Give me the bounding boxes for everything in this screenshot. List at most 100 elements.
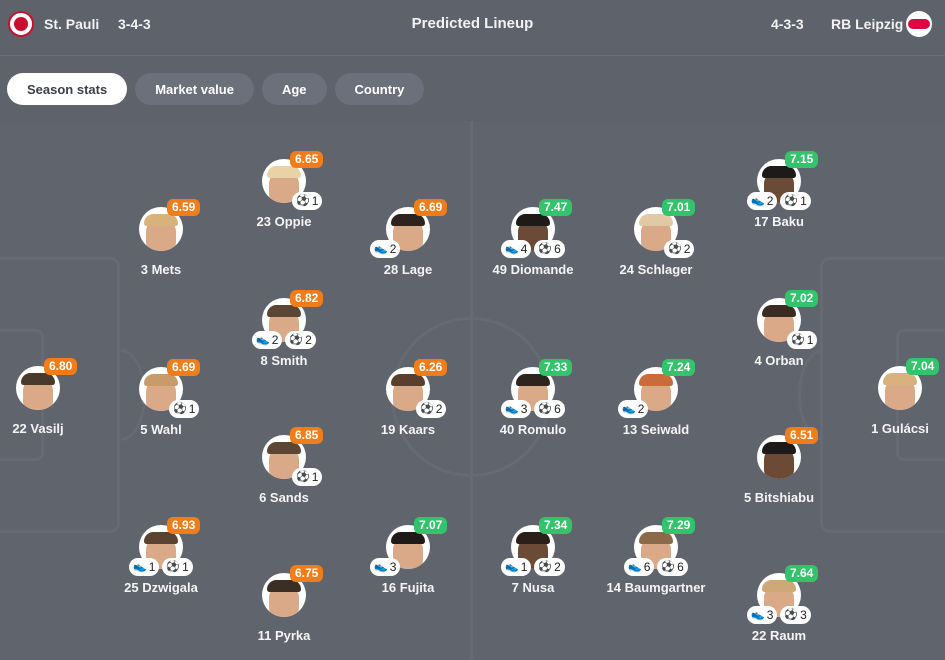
assists-count: 3 xyxy=(520,402,528,416)
player-name: 4 Orban xyxy=(754,353,804,368)
player-name: 24 Schlager xyxy=(619,262,693,277)
away-team-name[interactable]: RB Leipzig xyxy=(831,16,903,32)
player-name: 6 Sands xyxy=(259,490,309,505)
player-name: 17 Baku xyxy=(754,214,804,229)
boot-icon: 👟 xyxy=(374,242,388,255)
ball-icon: ⚽ xyxy=(166,560,181,573)
player-stats: ⚽ 1 xyxy=(292,192,323,210)
player-stats: 👟 1 ⚽ 2 xyxy=(501,558,565,576)
assists-badge: 👟 2 xyxy=(252,331,283,349)
goals-count: 1 xyxy=(182,560,189,574)
player-rating-badge: 7.07 xyxy=(414,517,448,534)
boot-icon: 👟 xyxy=(622,402,636,415)
tab-season-stats[interactable]: Season stats xyxy=(7,73,128,105)
player-rating-badge: 7.02 xyxy=(785,290,819,307)
ball-icon: ⚽ xyxy=(173,402,187,415)
goals-badge: ⚽ 1 xyxy=(787,331,818,349)
player-rating-badge: 7.15 xyxy=(785,151,819,168)
boot-icon: 👟 xyxy=(374,560,388,573)
boot-icon: 👟 xyxy=(751,194,765,207)
ball-icon: ⚽ xyxy=(296,470,310,483)
tab-market-value[interactable]: Market value xyxy=(135,73,254,105)
player-stats: 👟 2 ⚽ 2 xyxy=(252,331,316,349)
player-name: 19 Kaars xyxy=(380,422,436,437)
player-rating-badge: 6.51 xyxy=(785,427,819,444)
player-face-icon xyxy=(762,442,796,479)
ball-icon: ⚽ xyxy=(538,402,553,415)
player-stats: 👟 3 ⚽ 3 xyxy=(747,606,811,624)
boot-icon: 👟 xyxy=(505,402,519,415)
goals-count: 6 xyxy=(554,402,561,416)
assists-count: 2 xyxy=(389,242,397,256)
player-name: 3 Mets xyxy=(140,262,182,277)
player-name: 14 Baumgartner xyxy=(606,580,706,595)
player-stats: ⚽ 2 xyxy=(416,400,447,418)
ball-icon: ⚽ xyxy=(538,560,553,573)
player-name: 40 Romulo xyxy=(499,422,567,437)
player-name: 11 Pyrka xyxy=(257,628,311,643)
ball-icon: ⚽ xyxy=(538,242,553,255)
goals-badge: ⚽ 2 xyxy=(664,240,695,258)
assists-badge: 👟 1 xyxy=(501,558,532,576)
player-rating-badge: 6.65 xyxy=(290,151,324,168)
goals-count: 2 xyxy=(435,402,443,416)
away-formation: 4-3-3 xyxy=(771,16,804,32)
player-stats: 👟 2 xyxy=(370,240,401,258)
goals-badge: ⚽ 2 xyxy=(416,400,447,418)
goals-badge: ⚽ 2 xyxy=(285,331,316,349)
player-face-icon xyxy=(21,373,55,410)
assists-count: 1 xyxy=(520,560,528,574)
goals-badge: ⚽ 1 xyxy=(292,192,323,210)
assists-badge: 👟 1 xyxy=(129,558,160,576)
boot-icon: 👟 xyxy=(628,560,642,573)
player-rating-badge: 6.26 xyxy=(414,359,448,376)
player-stats: 👟 2 ⚽ 1 xyxy=(747,192,811,210)
player-stats: 👟 3 ⚽ 6 xyxy=(501,400,565,418)
assists-badge: 👟 3 xyxy=(747,606,778,624)
assists-badge: 👟 6 xyxy=(624,558,655,576)
pitch: 6.80 22 Vasilj 6.59 3 Mets 6.69 ⚽ 1 5 Wahl 6.93 👟… xyxy=(0,121,945,660)
player-name: 23 Oppie xyxy=(256,214,312,229)
goals-badge: ⚽ 1 xyxy=(169,400,200,418)
assists-badge: 👟 2 xyxy=(747,192,778,210)
stats-tabs: Season stats Market value Age Country xyxy=(7,73,425,105)
assists-count: 2 xyxy=(637,402,645,416)
player-rating-badge: 6.69 xyxy=(167,359,201,376)
goals-count: 1 xyxy=(800,194,807,208)
ball-icon: ⚽ xyxy=(791,333,805,346)
ball-icon: ⚽ xyxy=(784,194,799,207)
assists-badge: 👟 2 xyxy=(370,240,401,258)
player-rating-badge: 7.29 xyxy=(662,517,696,534)
assists-count: 2 xyxy=(271,333,279,347)
goals-count: 1 xyxy=(806,333,814,347)
player-rating-badge: 6.82 xyxy=(290,290,324,307)
tab-age[interactable]: Age xyxy=(261,73,327,105)
goals-count: 2 xyxy=(683,242,691,256)
player-stats: 👟 2 xyxy=(618,400,649,418)
player-stats: 👟 1 ⚽ 1 xyxy=(129,558,193,576)
boot-icon: 👟 xyxy=(256,333,270,346)
player-rating-badge: 7.01 xyxy=(662,199,696,216)
ball-icon: ⚽ xyxy=(784,608,799,621)
player-name: 28 Lage xyxy=(383,262,433,277)
assists-count: 3 xyxy=(389,560,397,574)
assists-count: 3 xyxy=(766,608,774,622)
boot-icon: 👟 xyxy=(133,560,147,573)
goals-badge: ⚽ 1 xyxy=(780,192,811,210)
assists-badge: 👟 4 xyxy=(501,240,532,258)
player-stats: 👟 4 ⚽ 6 xyxy=(501,240,565,258)
tab-country[interactable]: Country xyxy=(334,73,425,105)
boot-icon: 👟 xyxy=(505,242,519,255)
player-rating-badge: 7.33 xyxy=(539,359,573,376)
player-name: 8 Smith xyxy=(260,353,308,368)
goals-badge: ⚽ 2 xyxy=(534,558,565,576)
player-rating-badge: 7.34 xyxy=(539,517,573,534)
player-rating-badge: 6.93 xyxy=(167,517,201,534)
player-rating-badge: 7.24 xyxy=(662,359,696,376)
assists-badge: 👟 3 xyxy=(501,400,532,418)
player-rating-badge: 7.47 xyxy=(539,199,573,216)
goals-count: 6 xyxy=(554,242,561,256)
goals-count: 1 xyxy=(311,194,319,208)
goals-badge: ⚽ 1 xyxy=(162,558,193,576)
goals-count: 6 xyxy=(677,560,684,574)
